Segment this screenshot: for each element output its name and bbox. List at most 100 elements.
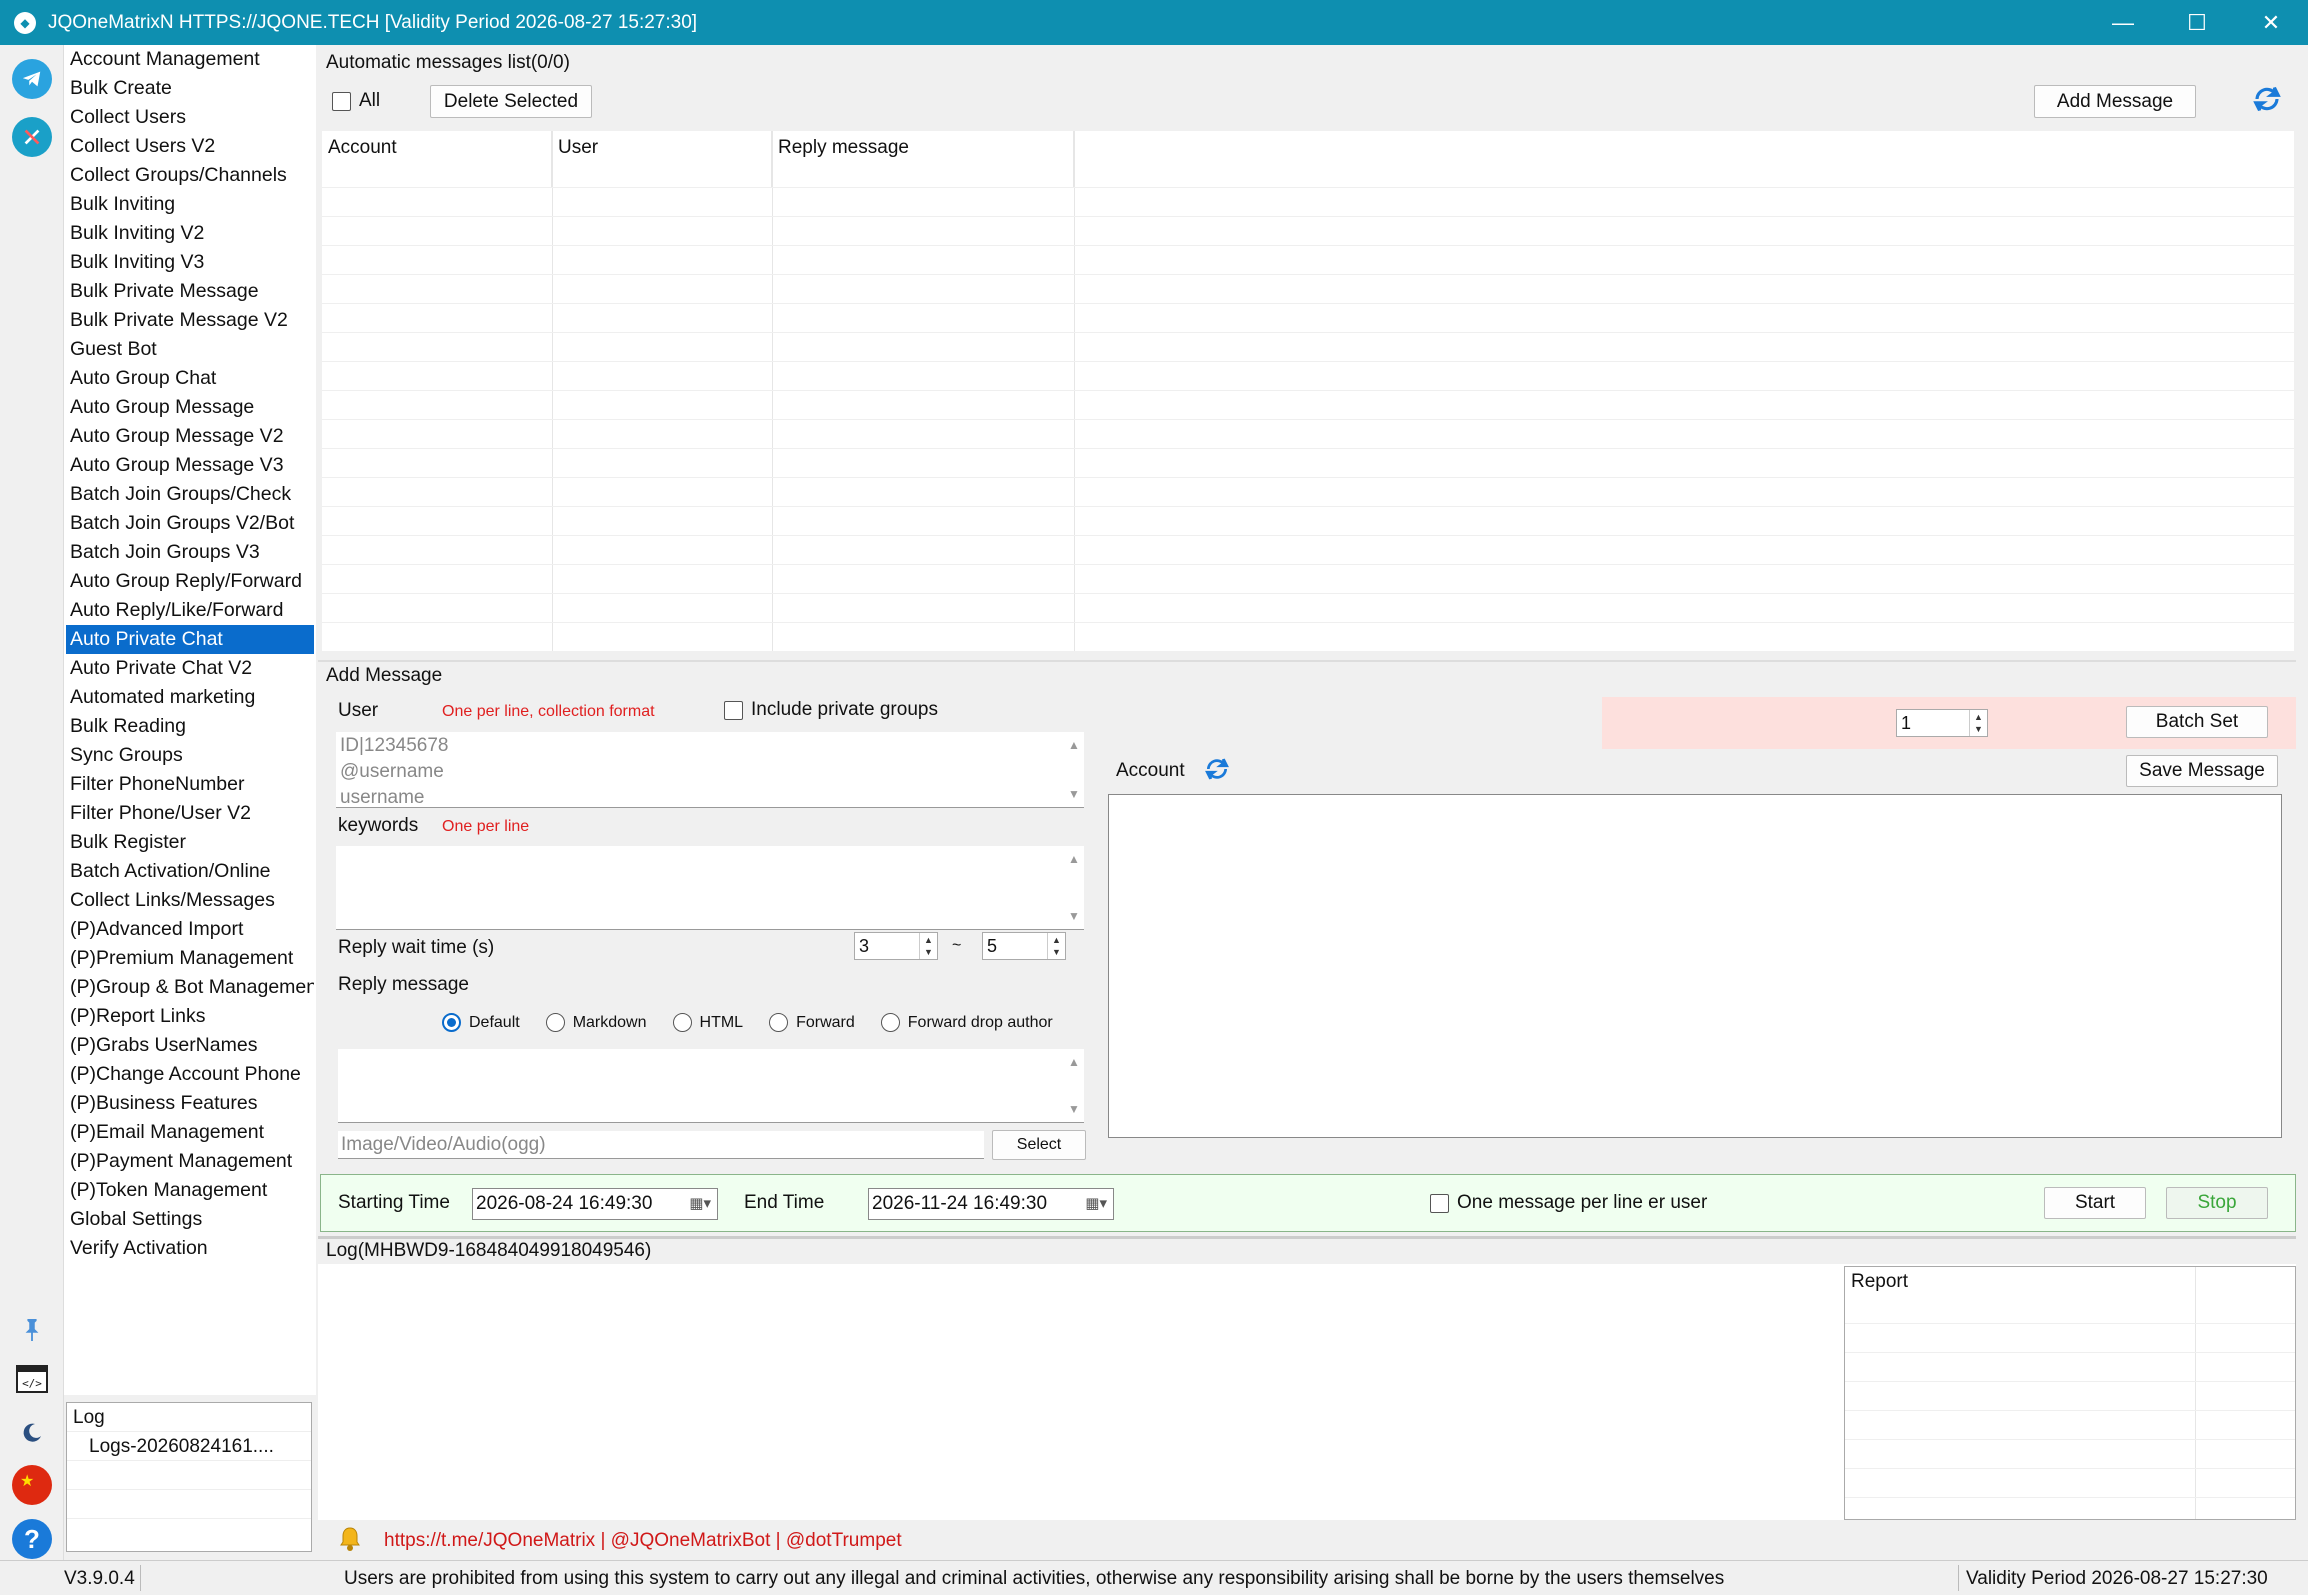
batch-stepper[interactable]: 1 ▲ ▼: [1896, 709, 1988, 737]
telegram-icon[interactable]: [12, 59, 52, 99]
media-input[interactable]: Image/Video/Audio(ogg): [338, 1131, 984, 1159]
calendar-icon[interactable]: ▦▾: [1085, 1189, 1107, 1219]
calendar-icon[interactable]: ▦▾: [689, 1189, 711, 1219]
mode-radio[interactable]: Default: [442, 1013, 520, 1032]
mode-radio[interactable]: Forward drop author: [880, 1013, 1053, 1032]
include-private-groups[interactable]: Include private groups: [724, 699, 938, 721]
save-message-button[interactable]: Save Message: [2126, 755, 2278, 787]
menu-item[interactable]: Filter PhoneNumber: [66, 770, 314, 799]
minimize-icon[interactable]: —: [2086, 0, 2160, 45]
menu-item[interactable]: Auto Private Chat V2: [66, 654, 314, 683]
log-list-item[interactable]: Logs-20260824161....: [67, 1432, 311, 1461]
menu-item[interactable]: Auto Group Chat: [66, 364, 314, 393]
menu-item[interactable]: (P)Premium Management: [66, 944, 314, 973]
mode-radio[interactable]: Markdown: [545, 1013, 647, 1032]
menu-item[interactable]: Collect Groups/Channels: [66, 161, 314, 190]
user-hint: One per line, collection format: [442, 703, 655, 720]
menu-item[interactable]: Collect Users: [66, 103, 314, 132]
menu-item[interactable]: (P)Grabs UserNames: [66, 1031, 314, 1060]
radio-button[interactable]: [672, 1013, 692, 1032]
mode-label: HTML: [699, 1013, 744, 1031]
column-header-reply[interactable]: Reply message: [772, 131, 1074, 187]
account-list[interactable]: [1108, 794, 2282, 1138]
menu-item[interactable]: (P)Email Management: [66, 1118, 314, 1147]
stop-button[interactable]: Stop: [2166, 1187, 2268, 1219]
column-header-account[interactable]: Account: [322, 131, 552, 187]
add-message-button[interactable]: Add Message: [2034, 85, 2196, 118]
menu-item[interactable]: Auto Group Message: [66, 393, 314, 422]
pin-icon[interactable]: [12, 1310, 52, 1350]
add-message-title: Add Message: [326, 665, 443, 686]
menu-item[interactable]: (P)Advanced Import: [66, 915, 314, 944]
code-window-icon[interactable]: </>: [12, 1359, 52, 1399]
select-all[interactable]: All: [332, 90, 380, 112]
menu-item[interactable]: Batch Join Groups V3: [66, 538, 314, 567]
menu-item[interactable]: Sync Groups: [66, 741, 314, 770]
dark-mode-icon[interactable]: [12, 1413, 52, 1453]
maximize-icon[interactable]: ☐: [2160, 0, 2234, 45]
menu-item[interactable]: Batch Activation/Online: [66, 857, 314, 886]
keywords-textarea[interactable]: ▲ ▼: [336, 846, 1084, 930]
menu-item[interactable]: Auto Reply/Like/Forward: [66, 596, 314, 625]
batch-set-button[interactable]: Batch Set: [2126, 706, 2268, 738]
delete-selected-button[interactable]: Delete Selected: [430, 85, 592, 118]
menu-item[interactable]: (P)Group & Bot Management: [66, 973, 314, 1002]
close-icon[interactable]: ✕: [2234, 0, 2308, 45]
menu-item[interactable]: Global Settings: [66, 1205, 314, 1234]
menu-item[interactable]: Bulk Create: [66, 74, 314, 103]
select-media-button[interactable]: Select: [992, 1130, 1086, 1160]
include-private-checkbox[interactable]: [724, 700, 743, 720]
start-time-picker[interactable]: 2026-08-24 16:49:30 ▦▾: [472, 1188, 718, 1220]
one-message-checkbox[interactable]: [1430, 1193, 1449, 1213]
menu-item[interactable]: Bulk Inviting: [66, 190, 314, 219]
menu-item[interactable]: Batch Join Groups/Check: [66, 480, 314, 509]
menu-item[interactable]: Bulk Reading: [66, 712, 314, 741]
radio-button[interactable]: [442, 1013, 461, 1032]
menu-item[interactable]: Bulk Private Message V2: [66, 306, 314, 335]
scrollbar[interactable]: ▲ ▼: [1064, 1049, 1084, 1122]
mode-radio[interactable]: HTML: [672, 1013, 744, 1032]
one-message-per-line[interactable]: One message per line er user: [1430, 1192, 1707, 1214]
radio-button[interactable]: [545, 1013, 565, 1032]
menu-item[interactable]: (P)Change Account Phone: [66, 1060, 314, 1089]
menu-item[interactable]: Auto Group Message V3: [66, 451, 314, 480]
menu-item[interactable]: Auto Group Reply/Forward: [66, 567, 314, 596]
menu-item[interactable]: Account Management: [66, 45, 314, 74]
radio-button[interactable]: [769, 1013, 789, 1032]
menu-item[interactable]: Batch Join Groups V2/Bot: [66, 509, 314, 538]
start-button[interactable]: Start: [2044, 1187, 2146, 1219]
refresh-icon[interactable]: [2252, 84, 2282, 120]
menu-item[interactable]: Bulk Inviting V3: [66, 248, 314, 277]
menu-item[interactable]: Auto Private Chat: [66, 625, 314, 654]
wait-max-stepper[interactable]: 5 ▲ ▼: [982, 932, 1066, 960]
wait-min-stepper[interactable]: 3 ▲ ▼: [854, 932, 938, 960]
menu-item[interactable]: Filter Phone/User V2: [66, 799, 314, 828]
menu-item[interactable]: Collect Users V2: [66, 132, 314, 161]
menu-item[interactable]: Bulk Register: [66, 828, 314, 857]
column-header-user[interactable]: User: [552, 131, 772, 187]
menu-item[interactable]: (P)Report Links: [66, 1002, 314, 1031]
end-time-picker[interactable]: 2026-11-24 16:49:30 ▦▾: [868, 1188, 1114, 1220]
radio-button[interactable]: [880, 1013, 900, 1032]
menu-item[interactable]: Auto Group Message V2: [66, 422, 314, 451]
menu-item[interactable]: (P)Token Management: [66, 1176, 314, 1205]
scrollbar[interactable]: ▲ ▼: [1064, 846, 1084, 929]
user-textarea[interactable]: ID|12345678 @username username ▲ ▼: [336, 732, 1084, 808]
tools-icon[interactable]: [12, 117, 52, 157]
menu-item[interactable]: (P)Payment Management: [66, 1147, 314, 1176]
menu-item[interactable]: Collect Links/Messages: [66, 886, 314, 915]
mode-radio[interactable]: Forward: [769, 1013, 855, 1032]
select-all-checkbox[interactable]: [332, 91, 351, 111]
help-icon[interactable]: ?: [12, 1519, 52, 1559]
menu-item[interactable]: Bulk Private Message: [66, 277, 314, 306]
china-flag-icon[interactable]: ★: [12, 1465, 52, 1505]
menu-item[interactable]: Guest Bot: [66, 335, 314, 364]
contact-links[interactable]: https://t.me/JQOneMatrix | @JQOneMatrixB…: [384, 1530, 902, 1552]
reply-textarea[interactable]: ▲ ▼: [338, 1049, 1084, 1123]
menu-item[interactable]: Automated marketing: [66, 683, 314, 712]
account-refresh-icon[interactable]: [1204, 756, 1230, 788]
menu-item[interactable]: (P)Business Features: [66, 1089, 314, 1118]
menu-item[interactable]: Verify Activation: [66, 1234, 314, 1263]
scrollbar[interactable]: ▲ ▼: [1064, 732, 1084, 807]
menu-item[interactable]: Bulk Inviting V2: [66, 219, 314, 248]
